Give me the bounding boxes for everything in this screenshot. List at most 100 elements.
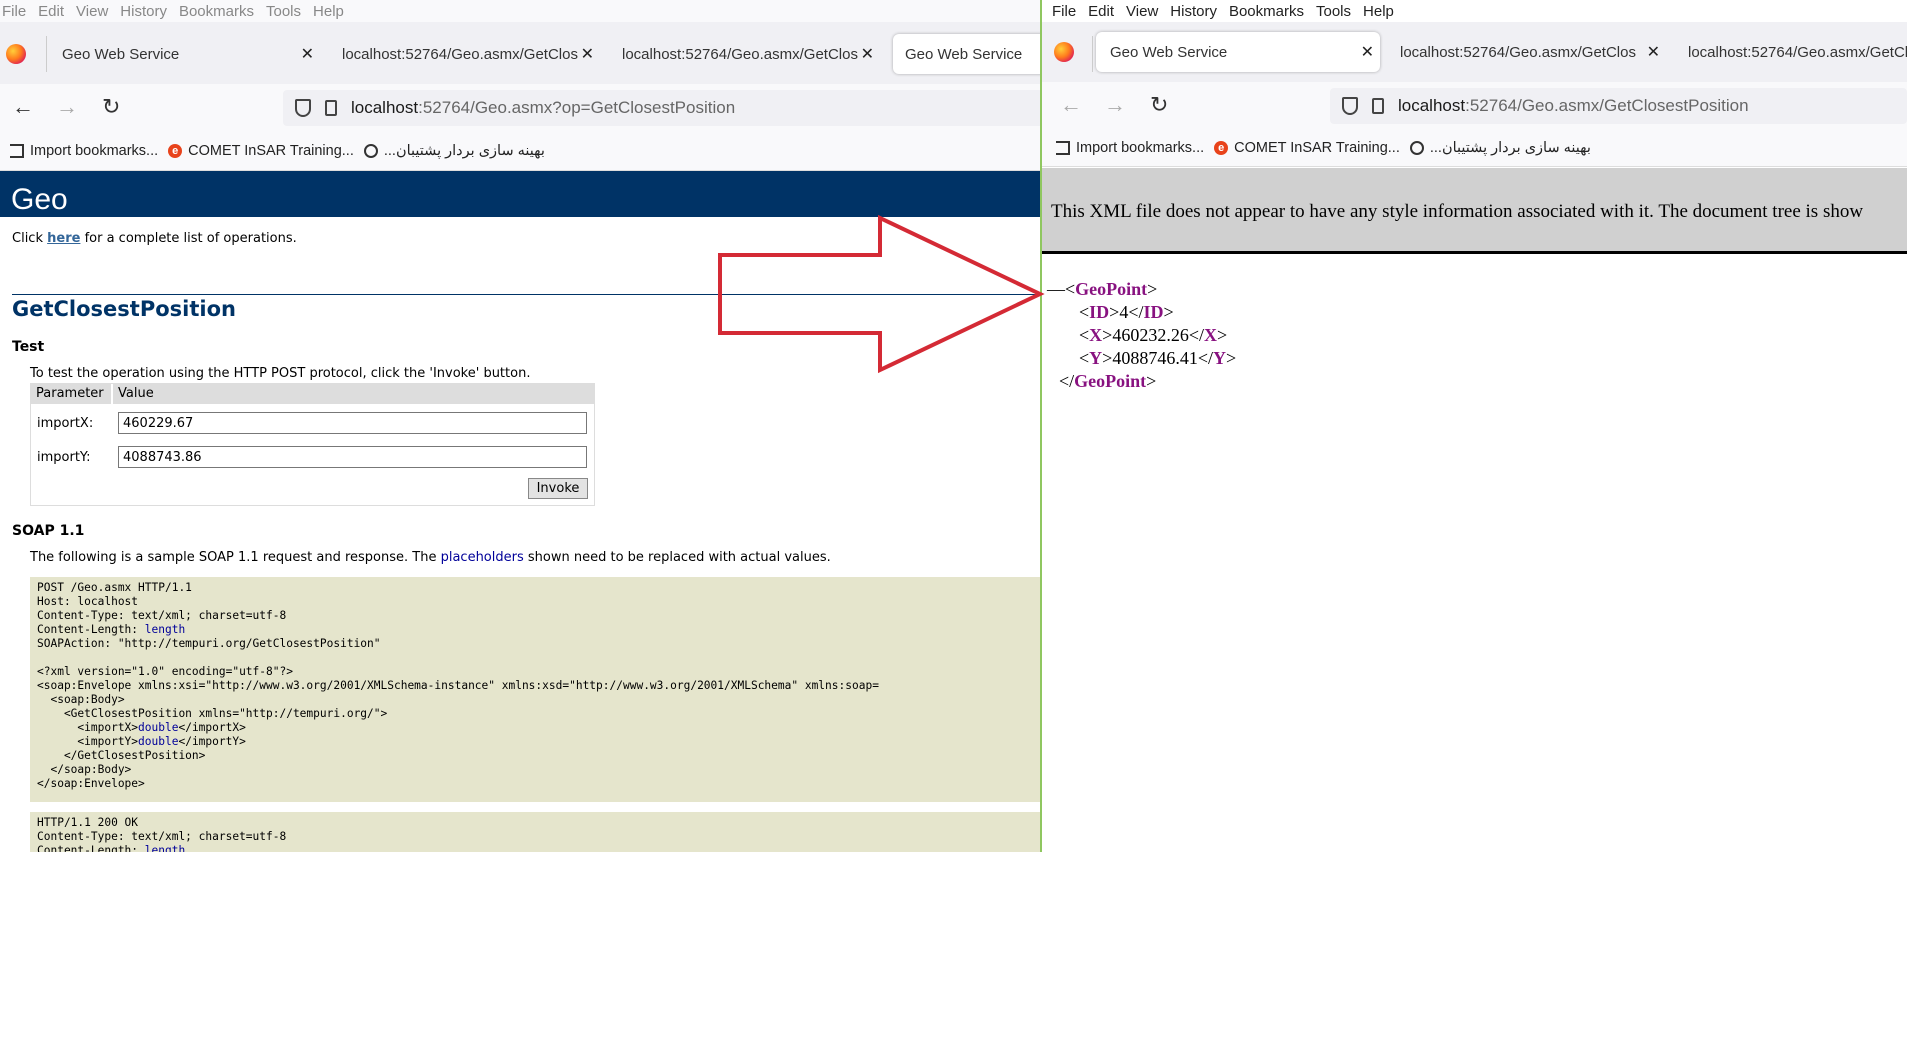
shield-icon[interactable] [295,99,311,117]
close-icon[interactable]: ✕ [581,44,594,64]
close-icon[interactable]: ✕ [301,44,314,64]
close-icon[interactable]: ✕ [1647,42,1660,62]
test-description: To test the operation using the HTTP POS… [30,366,531,381]
code-line: Content-Type: text/xml; charset=utf-8 [37,609,287,622]
code-line: SOAPAction: "http://tempuri.org/GetClose… [37,637,381,650]
firefox-icon[interactable] [6,44,26,64]
reload-icon[interactable]: ↻ [1150,92,1168,118]
code-line: Host: localhost [37,595,139,608]
xml-id-value: 4 [1119,302,1129,322]
menu-edit[interactable]: Edit [32,3,70,20]
globe-icon [363,144,378,158]
menu-file[interactable]: File [0,3,32,20]
invoke-button[interactable]: Invoke [528,478,588,499]
tab-getclosest-2[interactable]: localhost:52764/Geo.asmx/GetClose [1676,32,1907,72]
collapse-icon[interactable]: — [1047,279,1065,299]
bookmark-label: COMET InSAR Training... [1234,140,1400,156]
nav-bar: ← → ↻ localhost:52764/Geo.asmx/GetCloses… [1042,82,1907,130]
test-heading: Test [12,339,45,355]
bookmark-import[interactable]: Import bookmarks... [10,143,158,159]
comet-icon: e [1214,141,1229,155]
bookmark-persian[interactable]: بهینه سازی بردار پشتیبان... [363,143,545,159]
close-icon[interactable]: ✕ [1361,42,1374,62]
tab-label: localhost:52764/Geo.asmx/GetClose [1688,43,1907,61]
code-line: Content-Length: [37,844,145,852]
menu-view[interactable]: View [70,3,114,20]
tab-geo-web-service-active[interactable]: Geo Web Service [893,34,1040,74]
xml-tag: Y [1212,348,1226,368]
menu-view[interactable]: View [1120,3,1164,20]
soap-heading: SOAP 1.1 [12,523,85,539]
divider [12,294,1040,295]
code-placeholder: length [144,623,186,636]
xml-id-line: <ID>4</ID> [1079,302,1174,322]
xml-tag: ID [1089,302,1110,322]
parameter-table: Parameter Value importX: importY: Invoke [30,383,595,506]
operations-link[interactable]: here [47,231,80,246]
url-bar[interactable]: localhost:52764/Geo.asmx?op=GetClosestPo… [283,90,1040,126]
tab-label: localhost:52764/Geo.asmx/GetClose [1400,43,1636,61]
code-line: Content-Length: [37,623,145,636]
tab-label: Geo Web Service [905,45,1023,63]
xml-tag: X [1089,325,1103,345]
menu-tools[interactable]: Tools [1310,3,1357,20]
bookmark-import[interactable]: Import bookmarks... [1056,140,1204,156]
xml-tag: X [1203,325,1217,345]
menu-history[interactable]: History [114,3,173,20]
importx-input[interactable] [118,412,587,434]
tab-getclosest-2[interactable]: localhost:52764/Geo.asmx/GetClose ✕ [610,34,880,74]
url-path: :52764/Geo.asmx?op=GetClosestPosition [418,98,736,117]
tab-getclosest-1[interactable]: localhost:52764/Geo.asmx/GetClose ✕ [330,34,600,74]
bookmark-comet[interactable]: e COMET InSAR Training... [1214,140,1400,156]
soap-description: The following is a sample SOAP 1.1 reque… [30,550,831,565]
xml-tree: —<GeoPoint> <ID>4</ID> <X>460232.26</X> … [1047,278,1236,393]
bookmark-label: Import bookmarks... [30,143,159,159]
code-placeholder: double [138,735,179,748]
code-line: HTTP/1.1 200 OK [37,816,139,829]
bookmark-persian[interactable]: بهینه سازی بردار پشتیبان... [1409,140,1591,156]
code-line: </importY> [178,735,246,748]
code-line: <importY> [37,735,139,748]
menu-bookmarks[interactable]: Bookmarks [1223,3,1310,20]
bookmark-comet[interactable]: e COMET InSAR Training... [168,143,354,159]
page-icon[interactable] [325,100,337,116]
menu-bar: File Edit View History Bookmarks Tools H… [0,0,1040,22]
xml-tag: Y [1089,348,1103,368]
bookmarks-bar: Import bookmarks... e COMET InSAR Trainin… [1042,130,1907,167]
url-bar[interactable]: localhost:52764/Geo.asmx/GetClosestPosit… [1330,88,1907,124]
tab-label: localhost:52764/Geo.asmx/GetClose [622,45,858,63]
page-icon[interactable] [1372,98,1384,114]
back-arrow-icon[interactable]: ← [12,94,34,120]
firefox-icon[interactable] [1054,42,1074,62]
menu-edit[interactable]: Edit [1082,3,1120,20]
tab-geo-web-service-active[interactable]: Geo Web Service ✕ [1096,32,1380,72]
forward-arrow-icon[interactable]: → [1104,92,1126,118]
code-line: <GetClosestPosition xmlns="http://tempur… [37,707,388,720]
url-text[interactable]: localhost:52764/Geo.asmx?op=GetClosestPo… [351,98,735,118]
close-icon[interactable]: ✕ [861,44,874,64]
importy-label: importY: [37,450,91,465]
menu-tools[interactable]: Tools [260,3,307,20]
bookmarks-bar: Import bookmarks... e COMET InSAR Trainin… [0,132,1040,171]
operation-title: GetClosestPosition [12,297,236,321]
reload-icon[interactable]: ↻ [102,94,120,120]
url-text[interactable]: localhost:52764/Geo.asmx/GetClosestPosit… [1398,96,1749,116]
xml-root-open[interactable]: —<GeoPoint> [1047,278,1236,301]
intro-text: Click here for a complete list of operat… [12,231,1040,246]
importy-input[interactable] [118,446,587,468]
menu-help[interactable]: Help [1357,3,1400,20]
menu-file[interactable]: File [1042,3,1082,20]
xml-root-close: </GeoPoint> [1059,371,1157,391]
right-browser-window: File Edit View History Bookmarks Tools H… [1042,0,1907,1044]
service-banner: Geo [0,171,1040,217]
url-host: localhost [351,98,419,117]
forward-arrow-icon[interactable]: → [56,94,78,120]
menu-bookmarks[interactable]: Bookmarks [173,3,260,20]
parameter-header: Parameter [31,384,111,404]
menu-history[interactable]: History [1164,3,1223,20]
back-arrow-icon[interactable]: ← [1060,92,1082,118]
tab-getclosest-1[interactable]: localhost:52764/Geo.asmx/GetClose ✕ [1388,32,1666,72]
tab-geo-web-service[interactable]: Geo Web Service ✕ [50,34,320,74]
menu-help[interactable]: Help [307,3,350,20]
shield-icon[interactable] [1342,97,1358,115]
